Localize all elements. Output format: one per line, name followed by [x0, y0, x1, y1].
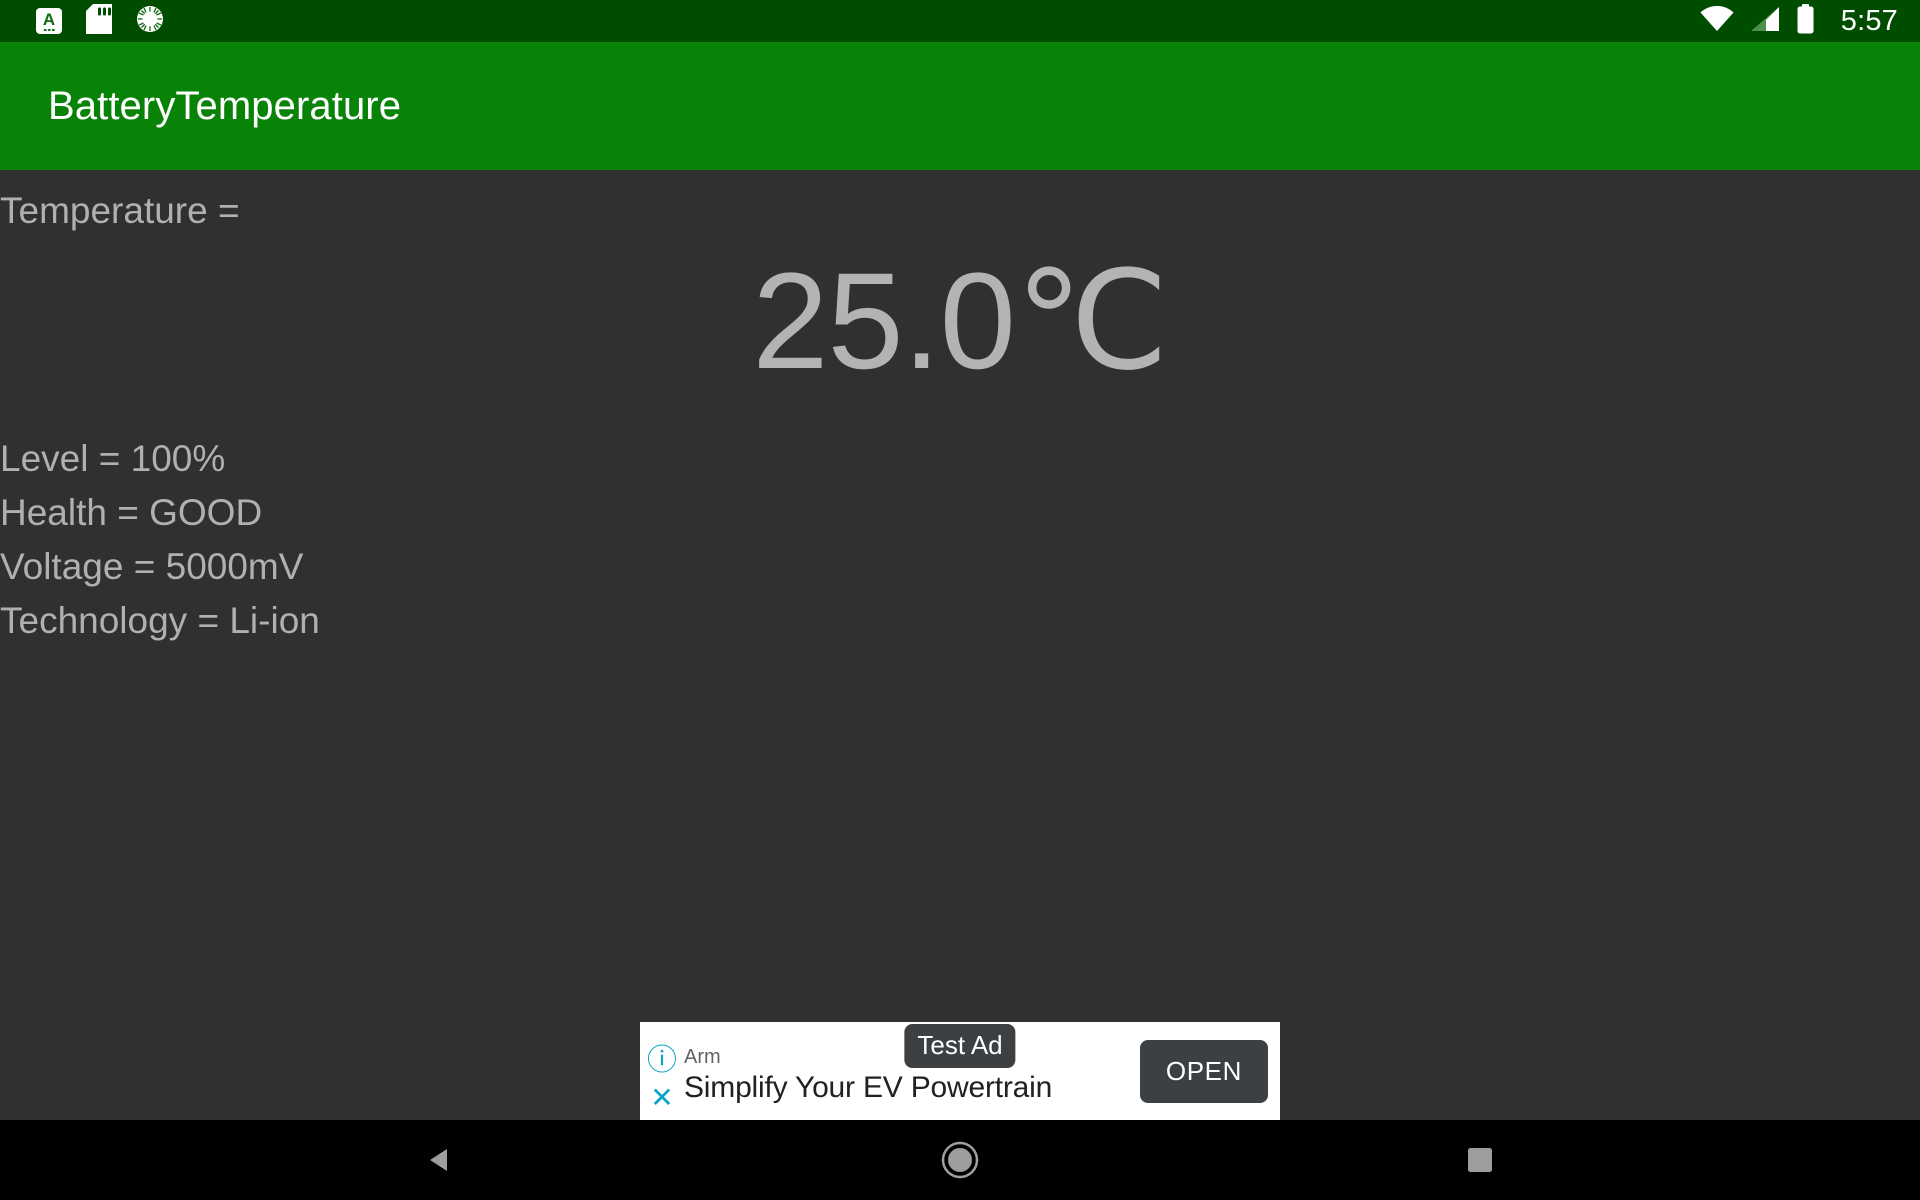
wifi-icon [1700, 5, 1734, 37]
battery-icon [1796, 3, 1815, 39]
input-method-letter: A [42, 10, 56, 29]
battery-details-list: Level = 100% Health = GOOD Voltage = 500… [0, 432, 320, 648]
android-screen: A 5:57 BatteryTemperature Temperature = … [0, 0, 1920, 1200]
status-bar-right-icons: 5:57 [1700, 3, 1898, 39]
action-bar: BatteryTemperature [0, 42, 1920, 170]
home-button[interactable] [915, 1120, 1005, 1200]
battery-voltage-row: Voltage = 5000mV [0, 546, 304, 587]
battery-technology-row: Technology = Li-ion [0, 600, 320, 641]
ad-info-icon[interactable]: ⓘ [647, 1046, 677, 1076]
ad-open-button[interactable]: OPEN [1139, 1039, 1268, 1103]
cellular-signal-icon [1750, 6, 1780, 37]
back-button[interactable] [395, 1120, 485, 1200]
temperature-label: Temperature = [0, 190, 240, 231]
battery-health-row: Health = GOOD [0, 492, 263, 533]
temperature-value: 25.0℃ [752, 245, 1169, 398]
navigation-bar [0, 1120, 1920, 1200]
ad-banner[interactable]: ⓘ ✕ Arm Simplify Your EV Powertrain OPEN… [640, 1022, 1280, 1120]
status-bar: A 5:57 [0, 0, 1920, 42]
input-method-dots [43, 28, 55, 31]
ad-test-badge: Test Ad [904, 1024, 1016, 1068]
recents-button[interactable] [1435, 1120, 1525, 1200]
ad-side-icons: ⓘ ✕ [640, 1022, 684, 1120]
sd-card-icon [86, 3, 112, 39]
status-bar-left-icons: A [36, 3, 164, 39]
ad-close-icon[interactable]: ✕ [650, 1084, 673, 1112]
battery-level-row: Level = 100% [0, 438, 226, 479]
app-title: BatteryTemperature [48, 83, 402, 128]
main-content: Temperature = 25.0℃ Level = 100% Health … [0, 170, 1920, 1120]
ad-headline: Simplify Your EV Powertrain [684, 1071, 1053, 1104]
status-bar-clock: 5:57 [1840, 4, 1898, 37]
input-method-icon: A [36, 8, 62, 34]
alarm-gear-icon [136, 5, 164, 38]
